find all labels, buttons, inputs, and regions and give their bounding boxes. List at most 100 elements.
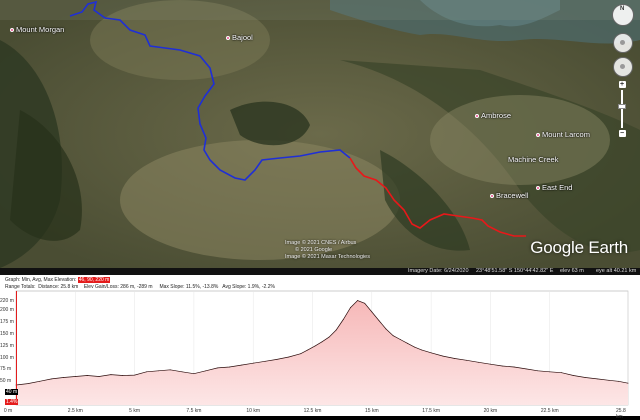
elevation-point <box>407 342 408 344</box>
cursor-coordinates: 23°48'51.58" S 150°44'42.82" E <box>476 268 554 274</box>
place-marker-icon <box>536 185 540 190</box>
y-tick-label: 150 m <box>0 330 14 337</box>
zoom-thumb[interactable] <box>618 104 626 109</box>
imagery-credits: Image © 2021 CNES / Airbus © 2021 Google… <box>285 240 370 260</box>
zoom-in-button[interactable]: + <box>618 81 626 88</box>
elevation-point <box>478 361 479 363</box>
elevation-point <box>608 379 610 381</box>
place-machine-creek[interactable]: Machine Creek <box>508 155 558 164</box>
elevation-point <box>169 369 171 371</box>
elevation-point <box>596 378 598 380</box>
elevation-point <box>537 370 539 372</box>
elevation-point <box>328 336 330 338</box>
elevation-point <box>122 375 124 376</box>
satellite-map[interactable]: Mount Morgan Bajool Ambrose Mount Larcom… <box>0 0 640 268</box>
elevation-point <box>39 380 41 382</box>
place-marker-icon <box>226 35 230 40</box>
elevation-point <box>357 300 358 301</box>
elevation-point <box>51 378 52 380</box>
elevation-point <box>205 370 207 372</box>
zoom-out-button[interactable]: − <box>618 130 626 137</box>
compass-icon[interactable]: N <box>612 4 634 26</box>
elevation-point <box>63 377 64 378</box>
elevation-point <box>98 376 100 377</box>
elevation-point <box>525 368 527 370</box>
elevation-point <box>252 362 254 364</box>
place-marker-icon <box>490 193 494 198</box>
elevation-point <box>454 358 456 359</box>
y-tick-label: 200 m <box>0 307 14 313</box>
elevation-point <box>181 371 183 373</box>
elevation-point <box>378 320 380 321</box>
place-ambrose[interactable]: Ambrose <box>475 111 511 120</box>
elevation-point <box>627 382 629 384</box>
elevation-point <box>157 370 159 372</box>
x-tick-label: 10 km <box>246 408 261 414</box>
elevation-point <box>321 341 323 343</box>
elevation-point <box>264 360 266 362</box>
place-marker-icon <box>536 132 540 137</box>
elevation-point <box>501 365 503 367</box>
elevation-point <box>392 335 394 337</box>
google-earth-logo: Google Earth <box>530 238 628 257</box>
place-bracewell[interactable]: Bracewell <box>490 191 529 200</box>
y-tick-label: 75 m <box>0 366 12 373</box>
cursor-slope-label: 1.4% <box>5 399 19 405</box>
place-mount-morgan[interactable]: Mount Morgan <box>10 25 64 34</box>
elevation-point <box>421 349 422 351</box>
zoom-slider[interactable]: + − <box>618 81 626 137</box>
elevation-point <box>364 302 366 304</box>
place-east-end[interactable]: East End <box>536 183 572 192</box>
cursor-elevation-label: 40 m <box>5 389 19 395</box>
move-joystick-icon[interactable] <box>613 57 633 77</box>
elevation-point <box>288 356 290 358</box>
elevation-point <box>217 367 219 369</box>
x-tick-label: 25.8 km <box>616 408 626 420</box>
elevation-point <box>300 353 302 355</box>
cursor-elevation: elev 63 m <box>560 268 584 274</box>
elevation-point <box>371 311 373 313</box>
y-tick-label: 125 m <box>0 342 14 349</box>
place-marker-icon <box>475 113 479 118</box>
elevation-point <box>430 352 432 354</box>
elevation-point <box>513 366 515 368</box>
elevation-point <box>490 363 491 365</box>
elevation-point <box>466 359 468 361</box>
elevation-point <box>74 376 76 377</box>
elevation-point <box>276 359 278 360</box>
elevation-point <box>342 319 344 320</box>
y-tick-label: 50 m <box>0 378 12 385</box>
status-bar: Imagery Date: 6/24/2020 23°48'51.58" S 1… <box>0 268 640 275</box>
elevation-point <box>193 373 195 375</box>
elevation-point <box>561 372 562 374</box>
place-bajool[interactable]: Bajool <box>226 33 253 42</box>
x-tick-label: 2.5 km <box>67 408 83 414</box>
elevation-point <box>399 339 401 340</box>
x-tick-label: 22.5 km <box>540 408 559 414</box>
elevation-point <box>229 366 230 368</box>
imagery-date: Imagery Date: 6/24/2020 <box>408 268 469 274</box>
elevation-point <box>240 364 242 366</box>
elevation-point <box>146 371 147 373</box>
look-joystick-icon[interactable] <box>613 33 633 53</box>
x-tick-label: 20 km <box>483 408 498 414</box>
y-tick-label: 100 m <box>0 354 14 361</box>
x-tick-label: 17.5 km <box>422 408 441 414</box>
eye-altitude: eye alt 40.21 km <box>596 268 637 274</box>
x-tick-label: 15 km <box>365 408 379 414</box>
x-tick-label: 7.5 km <box>186 408 202 414</box>
elevation-point <box>134 374 136 376</box>
elevation-point <box>549 371 551 373</box>
elevation-chart[interactable] <box>0 275 640 416</box>
elevation-point <box>442 355 444 357</box>
elevation-point <box>27 383 29 384</box>
zoom-track[interactable] <box>618 90 626 128</box>
elevation-point <box>385 328 387 330</box>
elevation-point <box>584 377 586 378</box>
elevation-point <box>414 346 415 348</box>
y-tick-label: 220 m <box>0 297 14 304</box>
place-mount-larcom[interactable]: Mount Larcom <box>536 130 590 139</box>
elevation-profile-panel[interactable]: Graph: Min, Avg, Max Elevation: 46, 90, … <box>0 275 640 420</box>
elevation-point <box>573 375 574 376</box>
x-tick-label: 0 m <box>3 408 13 414</box>
